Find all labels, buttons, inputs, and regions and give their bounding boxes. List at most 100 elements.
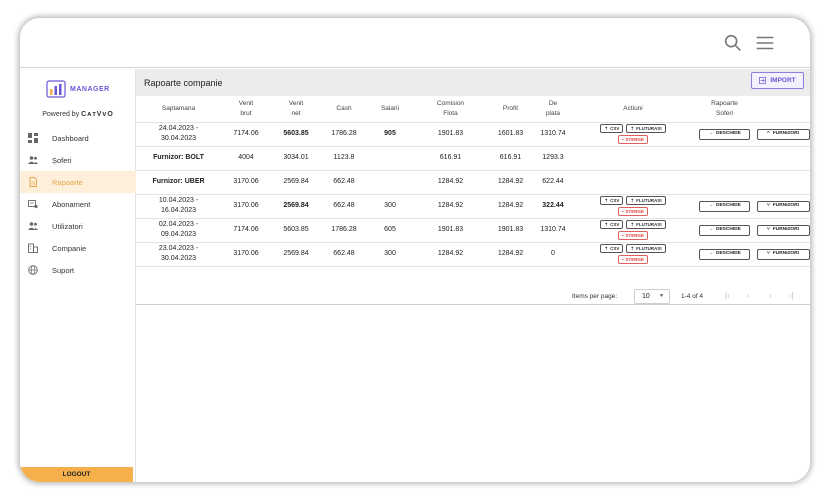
sidebar-item-users[interactable]: Utilizatori [20,215,136,237]
app-window: MANAGER Powered by CᴀᴛVᴠO Dashboard Șofe… [20,18,810,482]
arrow-right-icon: → [708,131,713,137]
col-profit: Profit [488,96,533,123]
arrow-right-icon: → [708,203,713,209]
gross-cell: 3170.06 [221,194,271,219]
col-cash: Cash [321,96,367,123]
trash-icon: ▪ [621,233,624,238]
document-icon [28,177,38,187]
payslips-button[interactable]: ⇡ FLUTURASI [626,244,666,253]
table-header-row: Saptamana Venit brut Venit net Cash Salari… [136,96,810,123]
sidebar-item-label: Șoferi [52,155,72,165]
net-cell: 2569.84 [271,194,321,219]
chevron-down-icon: ˅ [767,203,770,209]
chevron-up-icon: ^ [767,131,770,137]
chevron-down-icon: ˅ [767,251,770,257]
sidebar-nav: Dashboard Șoferi Rapoarte Abonament Util… [20,127,136,281]
net-cell: 5603.85 [271,218,321,243]
import-label: IMPORT [770,77,796,84]
col-due: De plata [533,96,573,123]
sidebar-item-drivers[interactable]: Șoferi [20,149,136,171]
cash-cell: 1123.8 [321,146,367,171]
search-icon[interactable] [722,32,744,54]
menu-icon[interactable] [754,32,776,54]
previous-page-icon[interactable]: ‹ [747,291,750,300]
upload-icon: ⇡ [604,222,609,227]
delete-button[interactable]: ▪ STERGE [617,231,649,240]
table-row: 10.04.2023 -16.04.2023 3170.06 2569.84 6… [136,194,810,219]
fee-cell: 1284.92 [413,170,488,195]
due-cell: 1293.3 [533,146,573,171]
week-cell: 02.04.2023 -09.04.2023 [136,218,221,243]
next-page-icon[interactable]: › [769,291,772,300]
suppliers-toggle-button[interactable]: ˅ FURNIZORI [756,200,810,212]
due-cell: 0 [533,242,573,267]
salaries-cell: 300 [367,242,413,267]
sidebar-item-dashboard[interactable]: Dashboard [20,127,136,149]
first-page-icon[interactable]: |‹ [725,291,730,300]
logout-button[interactable]: LOGOUT [20,467,133,482]
col-salaries: Salarii [367,96,413,123]
delete-button[interactable]: ▪ STERGE [617,255,649,264]
profit-cell: 1284.92 [488,194,533,219]
page-size-select[interactable]: 10 ▼ [634,289,670,304]
col-week: Saptamana [136,96,221,123]
table-row: 24.04.2023 -30.04.2023 7174.06 5603.85 1… [136,122,810,147]
sidebar-item-reports[interactable]: Rapoarte [20,171,136,193]
driver-reports-cell: → DESCHIDE [693,242,756,267]
payslips-button[interactable]: ⇡ FLUTURASI [626,124,666,133]
last-page-icon[interactable]: ›| [789,291,794,300]
suppliers-toggle-button[interactable]: ˅ FURNIZORI [756,224,810,236]
gross-cell: 3170.06 [221,170,271,195]
import-icon [759,77,767,84]
salaries-cell: 905 [367,122,413,147]
arrow-right-icon: → [708,251,713,257]
cash-cell: 662.48 [321,242,367,267]
open-button[interactable]: → DESCHIDE [699,128,750,140]
delete-button[interactable]: ▪ STERGE [617,135,649,144]
payslips-button[interactable]: ⇡ FLUTURASI [626,220,666,229]
sidebar-item-company[interactable]: Companie [20,237,136,259]
due-cell: 322.44 [533,194,573,219]
open-button[interactable]: → DESCHIDE [699,200,750,212]
powered-by: Powered by CᴀᴛVᴠO [20,111,136,118]
open-button[interactable]: → DESCHIDE [699,224,750,236]
col-fleet-fee: Comision Flota [413,96,488,123]
import-button[interactable]: IMPORT [751,72,804,89]
supplier-name: Furnizor: BOLT [136,146,221,171]
driver-reports-cell: → DESCHIDE [693,218,756,243]
app-logo[interactable]: MANAGER [46,77,116,101]
open-button[interactable]: → DESCHIDE [699,248,750,260]
csv-button[interactable]: ⇡ CSV [600,220,624,229]
sidebar-item-subscription[interactable]: Abonament [20,193,136,215]
sidebar-item-support[interactable]: Suport [20,259,136,281]
suppliers-toggle-button[interactable]: ^ FURNIZORI [756,128,810,140]
supplier-row: Furnizor: BOLT 4004 3034.01 1123.8 616.9… [136,146,810,171]
col-net: Venit net [271,96,321,123]
dashboard-icon [28,133,38,143]
main-content: Rapoarte companie IMPORT Saptamana Venit… [136,69,810,482]
powered-by-label: Powered by [42,111,80,118]
driver-reports-cell [693,146,756,171]
reports-table: Saptamana Venit brut Venit net Cash Salari… [136,96,810,267]
sidebar-item-label: Suport [52,265,75,275]
arrow-right-icon: → [708,227,713,233]
csv-button[interactable]: ⇡ CSV [600,124,624,133]
week-cell: 23.04.2023 -30.04.2023 [136,242,221,267]
payslips-button[interactable]: ⇡ FLUTURASI [626,196,666,205]
trash-icon: ▪ [621,137,624,142]
trash-icon: ▪ [621,257,624,262]
sidebar-item-label: Utilizatori [52,221,83,231]
upload-icon: ⇡ [630,198,635,203]
net-cell: 3034.01 [271,146,321,171]
net-cell: 2569.84 [271,170,321,195]
csv-button[interactable]: ⇡ CSV [600,196,624,205]
fee-cell: 616.91 [413,146,488,171]
users-icon [28,221,38,231]
gross-cell: 7174.06 [221,218,271,243]
delete-button[interactable]: ▪ STERGE [617,207,649,216]
actions-cell: ⇡ CSV ⇡ FLUTURASI ▪ STERGE [573,122,693,147]
actions-cell [573,146,693,171]
subscription-icon [28,199,38,209]
suppliers-toggle-button[interactable]: ˅ FURNIZORI [756,248,810,260]
csv-button[interactable]: ⇡ CSV [600,244,624,253]
